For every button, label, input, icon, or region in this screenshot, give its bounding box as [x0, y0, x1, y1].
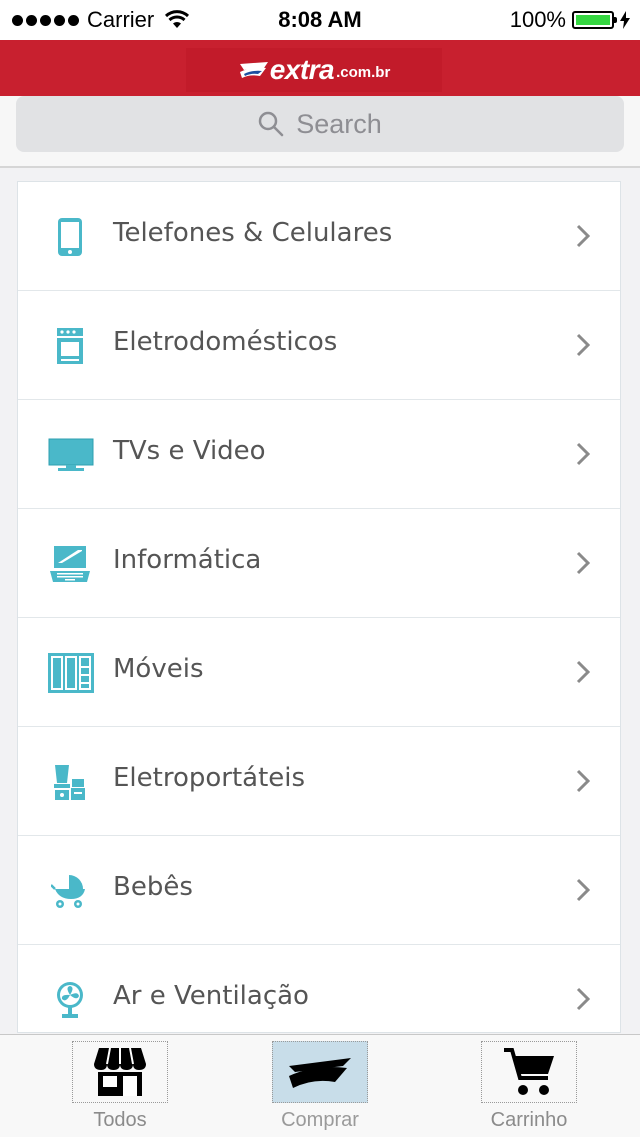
- battery-icon: [572, 11, 617, 29]
- stove-icon: [45, 321, 95, 371]
- category-label: Ar e Ventilação: [113, 981, 309, 1011]
- nav-bar: extra .com.br: [0, 40, 640, 96]
- tab-comprar-label: Comprar: [281, 1109, 359, 1131]
- status-bar: Carrier 8:08 AM 100%: [0, 0, 640, 40]
- category-label: Eletrodomésticos: [113, 327, 338, 357]
- category-row-telefones[interactable]: Telefones & Celulares: [18, 182, 620, 291]
- category-list: Telefones & Celulares Eletrodomésticos T…: [17, 181, 621, 1033]
- extra-logo[interactable]: extra .com.br: [186, 48, 442, 92]
- category-row-moveis[interactable]: Móveis: [18, 618, 620, 727]
- search-placeholder: Search: [296, 108, 382, 139]
- chevron-right-icon: [576, 442, 590, 466]
- tab-todos-label: Todos: [93, 1109, 147, 1131]
- logo-text: extra: [269, 54, 335, 85]
- category-label: Informática: [113, 545, 262, 575]
- tab-comprar[interactable]: [272, 1041, 368, 1103]
- category-row-bebes[interactable]: Bebês: [18, 836, 620, 945]
- category-row-tvs[interactable]: TVs e Video: [18, 400, 620, 509]
- category-label: Telefones & Celulares: [113, 218, 393, 248]
- chevron-right-icon: [576, 987, 590, 1011]
- category-label: TVs e Video: [113, 436, 266, 466]
- search-input[interactable]: Search: [16, 96, 624, 152]
- chevron-right-icon: [576, 769, 590, 793]
- status-right: 100%: [510, 7, 630, 33]
- tab-carrinho[interactable]: [481, 1041, 577, 1103]
- category-label: Móveis: [113, 654, 204, 684]
- store-icon: [94, 1047, 146, 1096]
- chevron-right-icon: [576, 551, 590, 575]
- extra-logo-icon: [289, 1058, 351, 1088]
- search-icon: [258, 111, 284, 137]
- chevron-right-icon: [576, 224, 590, 248]
- tv-icon: [43, 430, 99, 480]
- category-row-eletroportateis[interactable]: Eletroportáteis: [18, 727, 620, 836]
- logo-domain: .com.br: [336, 63, 391, 81]
- search-area: Search: [0, 96, 640, 168]
- category-label: Bebês: [113, 872, 193, 902]
- battery-percent: 100%: [509, 7, 566, 32]
- wardrobe-icon: [44, 646, 98, 700]
- category-label: Eletroportáteis: [113, 763, 306, 793]
- blender-icon: [45, 757, 95, 807]
- category-row-eletrodomesticos[interactable]: Eletrodomésticos: [18, 291, 620, 400]
- charging-icon: [620, 11, 630, 29]
- category-row-ar-ventilacao[interactable]: Ar e Ventilação: [18, 945, 620, 1032]
- category-row-informatica[interactable]: Informática: [18, 509, 620, 618]
- chevron-right-icon: [576, 878, 590, 902]
- tab-carrinho-label: Carrinho: [490, 1109, 568, 1131]
- stroller-icon: [45, 866, 95, 916]
- cart-icon: [504, 1048, 554, 1095]
- tab-todos[interactable]: [72, 1041, 168, 1103]
- chevron-right-icon: [576, 660, 590, 684]
- extra-logo-swoosh-icon: [239, 62, 268, 78]
- laptop-icon: [45, 539, 95, 589]
- phone-icon: [45, 212, 95, 262]
- chevron-right-icon: [576, 333, 590, 357]
- tab-bar: Todos Comprar Carrinho: [0, 1034, 640, 1137]
- fan-icon: [45, 975, 95, 1025]
